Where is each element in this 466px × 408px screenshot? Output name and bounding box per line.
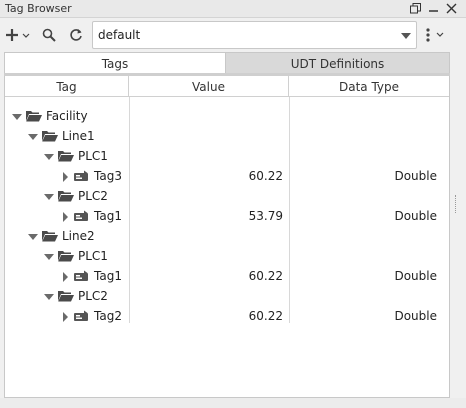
resize-grip[interactable] — [455, 195, 457, 213]
tree-folder-row[interactable]: PLC1 — [5, 146, 449, 166]
tree-item-label: Tag2 — [94, 309, 122, 323]
close-icon[interactable] — [444, 1, 458, 15]
restore-icon[interactable] — [408, 1, 422, 15]
expand-down-icon[interactable] — [43, 191, 55, 201]
expand-right-icon[interactable] — [59, 171, 71, 182]
expand-right-icon[interactable] — [59, 271, 71, 282]
expand-down-icon[interactable] — [27, 231, 39, 241]
expand-right-icon[interactable] — [59, 211, 71, 222]
folder-open-icon — [41, 229, 59, 243]
tree-item-label: Facility — [46, 109, 88, 123]
tab-bar: Tags UDT Definitions — [4, 52, 450, 74]
chevron-down-icon[interactable] — [401, 33, 411, 39]
tree-folder-row[interactable]: Facility — [5, 106, 449, 126]
tag-icon — [73, 210, 89, 222]
tab-udt-definitions[interactable]: UDT Definitions — [226, 52, 450, 74]
tree-tag-row[interactable]: Tag3 60.22 Double — [5, 166, 449, 186]
tree-folder-row[interactable]: Line1 — [5, 126, 449, 146]
tree-tag-row[interactable]: Tag1 60.22 Double — [5, 266, 449, 286]
refresh-icon[interactable] — [68, 25, 84, 45]
tag-data-type: Double — [394, 309, 437, 323]
minimize-icon[interactable] — [426, 1, 440, 15]
kebab-menu-icon[interactable] — [423, 25, 447, 45]
tag-icon — [73, 270, 89, 282]
tag-icon — [73, 170, 89, 182]
tag-value: 53.79 — [248, 209, 283, 223]
tag-data-type: Double — [394, 209, 437, 223]
search-icon[interactable] — [41, 25, 57, 45]
tree-folder-row[interactable]: PLC2 — [5, 186, 449, 206]
tree-item-label: PLC2 — [78, 289, 108, 303]
panel-title: Tag Browser — [5, 2, 72, 15]
tree-item-label: PLC1 — [78, 149, 108, 163]
tree-item-label: Line1 — [62, 129, 95, 143]
column-header-data-type[interactable]: Data Type — [289, 76, 449, 97]
tree-tag-row[interactable]: Tag1 53.79 Double — [5, 206, 449, 226]
tree-item-label: Tag1 — [94, 209, 122, 223]
tag-value: 60.22 — [248, 269, 283, 283]
folder-open-icon — [57, 249, 75, 263]
tag-value: 60.22 — [248, 169, 283, 183]
tree-item-label: Tag1 — [94, 269, 122, 283]
tag-data-type: Double — [394, 269, 437, 283]
tab-tags[interactable]: Tags — [4, 52, 226, 74]
title-bar: Tag Browser — [0, 0, 466, 18]
column-header-tag[interactable]: Tag — [5, 76, 129, 97]
tag-provider-select[interactable]: default — [92, 21, 417, 49]
expand-down-icon[interactable] — [27, 131, 39, 141]
tag-provider-value: default — [98, 28, 141, 42]
tree-item-label: PLC2 — [78, 189, 108, 203]
tree-tag-row[interactable]: Tag2 60.22 Double — [5, 306, 449, 326]
tree-folder-row[interactable]: Line2 — [5, 226, 449, 246]
add-button[interactable] — [6, 25, 32, 45]
panel-bottom-edge — [0, 398, 466, 408]
folder-open-icon — [57, 189, 75, 203]
expand-down-icon[interactable] — [43, 151, 55, 161]
expand-down-icon[interactable] — [43, 291, 55, 301]
tag-tree-table: Tag Value Data Type Facility Line1 PLC1 Tag… — [4, 76, 450, 398]
tag-data-type: Double — [394, 169, 437, 183]
expand-down-icon[interactable] — [11, 111, 23, 121]
tag-value: 60.22 — [248, 309, 283, 323]
folder-open-icon — [57, 149, 75, 163]
folder-open-icon — [41, 129, 59, 143]
tree-folder-row[interactable]: PLC1 — [5, 246, 449, 266]
tag-browser-panel: Tag Browser default Tags UDT Definitions… — [0, 0, 466, 408]
tree-folder-row[interactable]: PLC2 — [5, 286, 449, 306]
folder-open-icon — [25, 109, 43, 123]
tree-item-label: PLC1 — [78, 249, 108, 263]
column-header-value[interactable]: Value — [129, 76, 289, 97]
toolbar: default — [0, 18, 466, 52]
expand-right-icon[interactable] — [59, 311, 71, 322]
table-header: Tag Value Data Type — [5, 76, 449, 97]
expand-down-icon[interactable] — [43, 251, 55, 261]
tree-item-label: Line2 — [62, 229, 95, 243]
tree-item-label: Tag3 — [94, 169, 122, 183]
folder-open-icon — [57, 289, 75, 303]
tag-icon — [73, 310, 89, 322]
